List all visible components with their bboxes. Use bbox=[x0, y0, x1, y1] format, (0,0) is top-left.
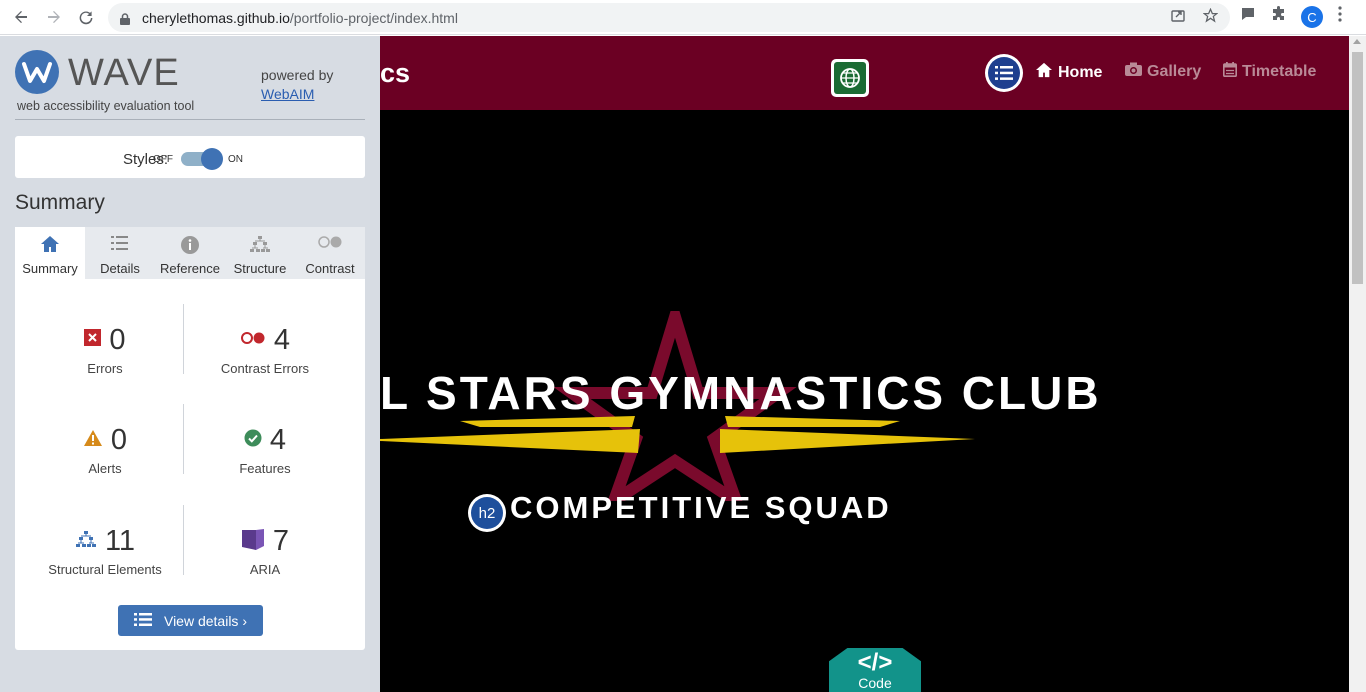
alert-icon bbox=[83, 429, 103, 452]
nav-gallery[interactable]: Gallery bbox=[1125, 62, 1201, 81]
aria-label: ARIA bbox=[249, 562, 281, 577]
stat-structural-elements[interactable]: 11 Structural Elements bbox=[25, 524, 185, 578]
code-icon: </> bbox=[857, 649, 893, 676]
scroll-up-arrow[interactable] bbox=[1353, 39, 1361, 44]
stat-contrast-errors[interactable]: 4 Contrast Errors bbox=[185, 323, 345, 377]
tab-structure[interactable]: Structure bbox=[225, 227, 295, 279]
contrast-error-icon bbox=[240, 331, 266, 350]
forward-icon[interactable] bbox=[43, 6, 65, 28]
aria-icon bbox=[241, 528, 265, 555]
wave-h2-icon[interactable]: h2 bbox=[468, 494, 506, 532]
website-page: cs Home Gallery Timetable L STARS GYMNAS bbox=[380, 36, 1349, 692]
stat-features[interactable]: 4 Features bbox=[185, 423, 345, 477]
wave-logo-icon bbox=[15, 50, 59, 94]
address-bar[interactable]: cherylethomas.github.io/portfolio-projec… bbox=[108, 3, 1230, 32]
tab-details[interactable]: Details bbox=[85, 227, 155, 279]
errors-count: 0 bbox=[109, 323, 126, 356]
tab-contrast[interactable]: Contrast bbox=[295, 227, 365, 279]
styles-toggle-knob[interactable] bbox=[201, 148, 223, 170]
nav-timetable[interactable]: Timetable bbox=[1223, 62, 1316, 82]
alerts-count: 0 bbox=[110, 423, 128, 456]
errors-label: Errors bbox=[87, 361, 123, 376]
wave-subtitle: web accessibility evaluation tool bbox=[17, 99, 195, 113]
stat-aria[interactable]: 7 ARIA bbox=[185, 524, 345, 577]
home-icon bbox=[40, 235, 60, 253]
back-icon[interactable] bbox=[10, 6, 32, 28]
contrast-errors-count: 4 bbox=[273, 323, 291, 356]
tab-summary[interactable]: Summary bbox=[15, 227, 85, 279]
feature-check-icon bbox=[244, 429, 262, 452]
tab-label: Structure bbox=[233, 261, 287, 276]
url-text[interactable]: cherylethomas.github.io/portfolio-projec… bbox=[142, 10, 458, 26]
toggle-on-label: ON bbox=[228, 154, 243, 165]
site-header: cs Home Gallery Timetable bbox=[380, 36, 1349, 110]
contrast-errors-label: Contrast Errors bbox=[220, 361, 310, 376]
profile-avatar[interactable]: C bbox=[1301, 6, 1323, 28]
menu-kebab-icon[interactable] bbox=[1338, 6, 1342, 27]
divider bbox=[15, 119, 365, 120]
nav-home-label: Home bbox=[1058, 63, 1103, 81]
tab-reference[interactable]: Reference bbox=[155, 227, 225, 279]
lock-icon[interactable] bbox=[120, 12, 130, 25]
summary-heading: Summary bbox=[15, 191, 105, 214]
view-details-button[interactable]: View details › bbox=[118, 605, 263, 636]
view-details-label: View details › bbox=[163, 612, 247, 629]
structure-icon bbox=[75, 530, 97, 553]
page-scrollbar[interactable] bbox=[1349, 36, 1366, 692]
wave-code-toggle[interactable]: </> Code bbox=[829, 648, 921, 692]
stat-alerts[interactable]: 0 Alerts bbox=[25, 423, 185, 476]
hierarchy-icon bbox=[249, 235, 271, 253]
webaim-link[interactable]: WebAIM bbox=[261, 86, 314, 102]
calendar-icon bbox=[1223, 62, 1237, 82]
h2-badge-label: h2 bbox=[471, 497, 503, 529]
nav-gallery-label: Gallery bbox=[1147, 62, 1202, 80]
site-brand[interactable]: cs bbox=[380, 58, 410, 89]
home-icon bbox=[1035, 62, 1053, 83]
wave-tabs: Summary Details Reference Structure Cont… bbox=[15, 227, 365, 279]
extensions-puzzle-icon[interactable] bbox=[1271, 6, 1287, 27]
structural-label: Structural Elements bbox=[48, 562, 162, 577]
toggle-off-label: OFF bbox=[153, 154, 173, 165]
wave-sidebar: WAVE web accessibility evaluation tool p… bbox=[0, 36, 380, 692]
powered-by: powered by WebAIM bbox=[261, 66, 333, 104]
nav-timetable-label: Timetable bbox=[1242, 63, 1317, 80]
camera-icon bbox=[1125, 62, 1142, 81]
hero-title: L STARS GYMNASTICS CLUB bbox=[380, 367, 1102, 419]
list-icon bbox=[110, 235, 130, 253]
bookmark-star-icon[interactable] bbox=[1202, 7, 1219, 27]
tab-label: Details bbox=[100, 261, 140, 276]
aria-count: 7 bbox=[272, 524, 290, 557]
wave-language-icon[interactable] bbox=[831, 59, 869, 97]
wave-extension-icon[interactable] bbox=[1240, 6, 1256, 27]
summary-panel: Summary Details Reference Structure Cont… bbox=[15, 227, 365, 650]
list-icon bbox=[133, 612, 152, 630]
wave-list-icon[interactable] bbox=[985, 54, 1023, 92]
tab-label: Summary bbox=[22, 261, 78, 276]
powered-by-label: powered by bbox=[261, 67, 334, 83]
tab-label: Contrast bbox=[305, 261, 355, 276]
stat-errors[interactable]: 0 Errors bbox=[25, 323, 185, 376]
reload-icon[interactable] bbox=[75, 6, 97, 28]
styles-toggle-box: Styles: OFF ON bbox=[15, 136, 365, 178]
share-icon[interactable] bbox=[1171, 8, 1185, 27]
wave-title: WAVE bbox=[68, 52, 180, 94]
features-label: Features bbox=[239, 461, 291, 476]
features-count: 4 bbox=[269, 423, 287, 456]
tab-label: Reference bbox=[160, 261, 220, 276]
alerts-label: Alerts bbox=[88, 461, 122, 476]
structural-count: 11 bbox=[104, 524, 136, 557]
error-icon bbox=[84, 329, 102, 351]
hero-subtitle: COMPETITIVE SQUAD bbox=[510, 490, 892, 525]
info-icon bbox=[180, 235, 200, 254]
code-label: Code bbox=[858, 675, 892, 691]
browser-toolbar: cherylethomas.github.io/portfolio-projec… bbox=[0, 0, 1366, 35]
scroll-thumb[interactable] bbox=[1352, 52, 1363, 284]
contrast-icon bbox=[317, 235, 343, 253]
nav-home[interactable]: Home bbox=[1035, 62, 1102, 83]
